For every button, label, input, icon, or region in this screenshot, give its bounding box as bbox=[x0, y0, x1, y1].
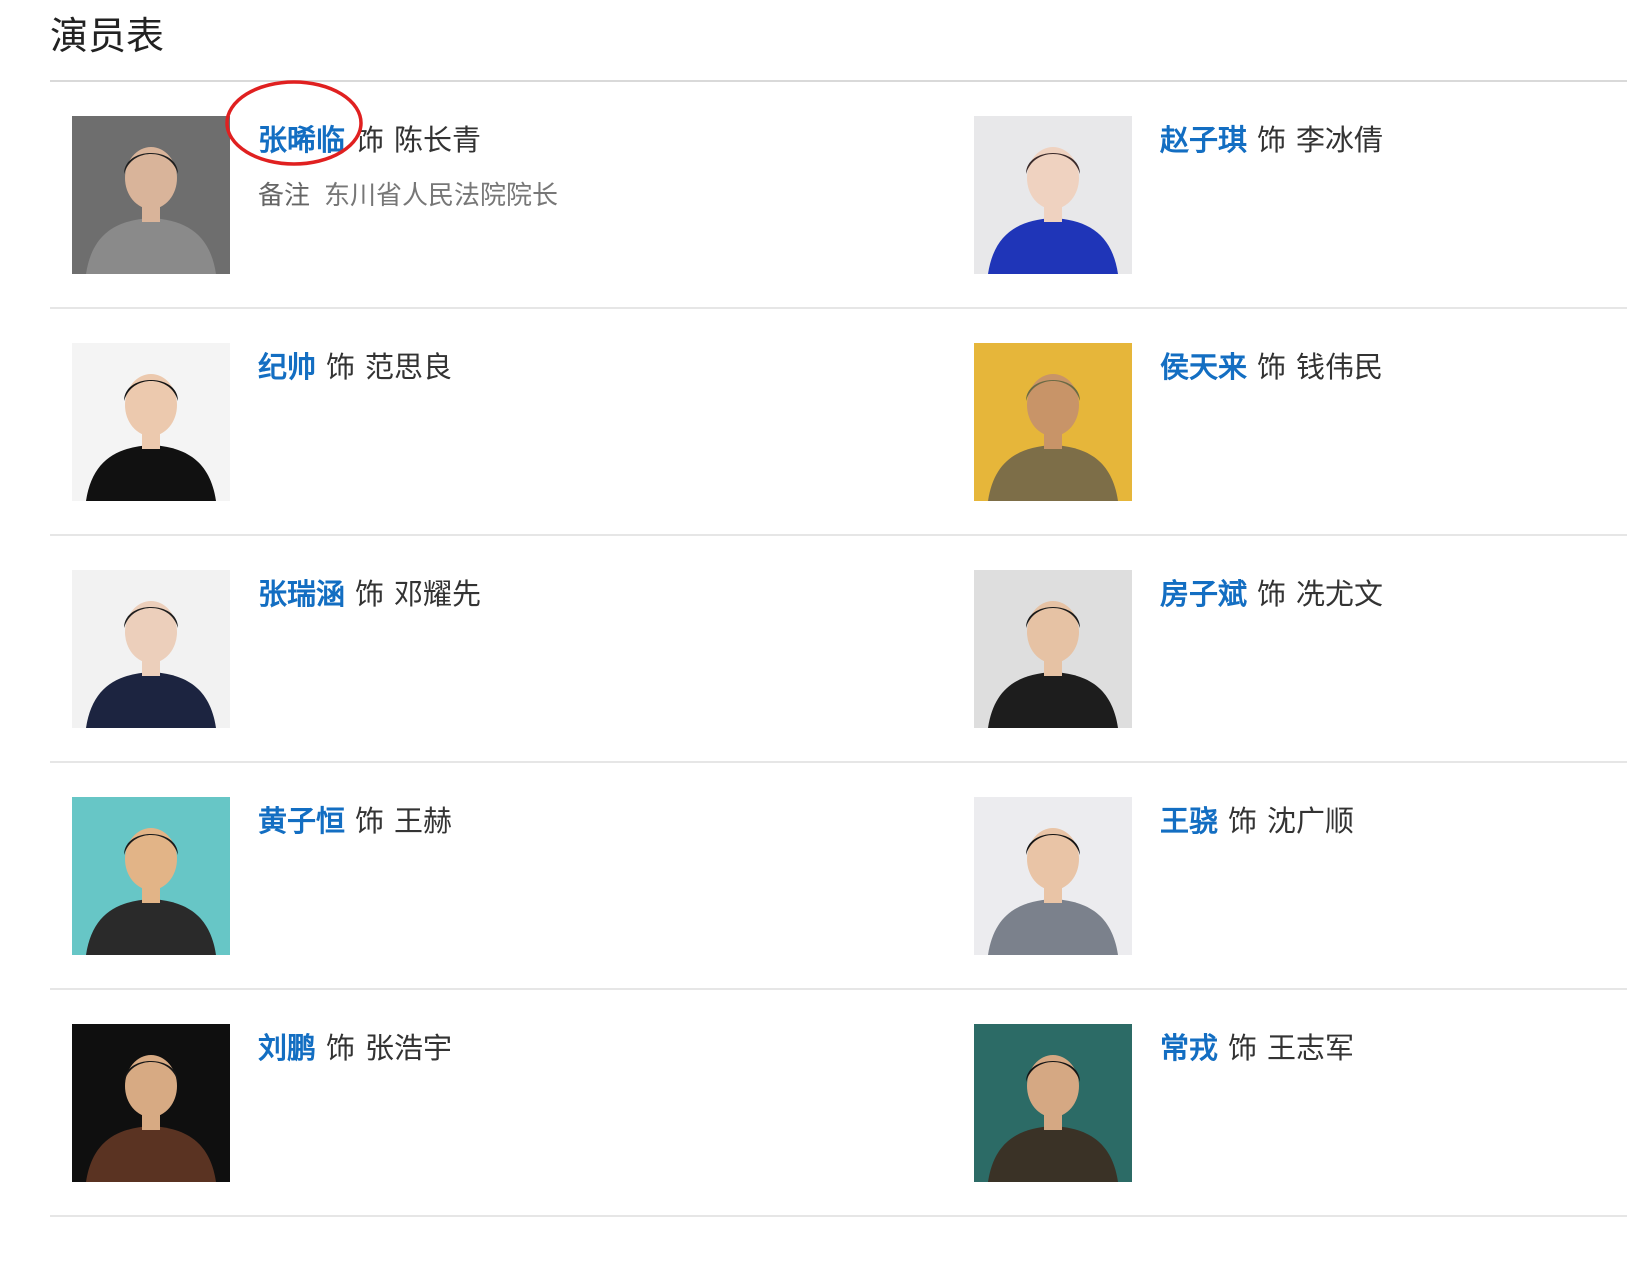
note-text: 东川省人民法院院长 bbox=[324, 181, 559, 211]
role-connector: 饰 bbox=[326, 1031, 356, 1065]
cast-credit-line: 黄子恒饰王赫 bbox=[258, 801, 452, 841]
role-connector: 饰 bbox=[1228, 804, 1258, 838]
actor-name-link[interactable]: 王骁 bbox=[1160, 804, 1218, 838]
page-title: 演员表 bbox=[50, 14, 165, 58]
actor-photo[interactable] bbox=[72, 343, 230, 501]
actor-name-link[interactable]: 张瑞涵 bbox=[258, 577, 345, 611]
actor-name-link[interactable]: 黄子恒 bbox=[258, 804, 345, 838]
cast-member-card: 张晞临饰陈长青备注 东川省人民法院院长 bbox=[72, 116, 772, 276]
role-connector: 饰 bbox=[355, 123, 385, 157]
cast-credit-line: 常戎饰王志军 bbox=[1160, 1028, 1354, 1068]
cast-row: 黄子恒饰王赫 王骁饰沈广顺 bbox=[50, 763, 1627, 990]
actor-photo[interactable] bbox=[72, 1024, 230, 1182]
actor-name-link[interactable]: 房子斌 bbox=[1160, 577, 1247, 611]
cast-member-card: 王骁饰沈广顺 bbox=[974, 797, 1627, 957]
note-label: 备注 bbox=[258, 181, 311, 211]
cast-member-card: 赵子琪饰李冰倩 bbox=[974, 116, 1627, 276]
role-connector: 饰 bbox=[326, 350, 356, 384]
cast-list: 张晞临饰陈长青 备注 东川省人民法院院长 赵子琪饰李冰倩 纪帅饰范思良 侯天来饰钱伟民 张瑞… bbox=[50, 82, 1627, 1217]
role-connector: 饰 bbox=[1257, 350, 1287, 384]
role-name: 冼尤文 bbox=[1296, 577, 1384, 611]
actor-photo[interactable] bbox=[974, 1024, 1132, 1182]
actor-name-link[interactable]: 刘鹏 bbox=[258, 1031, 316, 1065]
cast-row: 纪帅饰范思良 侯天来饰钱伟民 bbox=[50, 309, 1627, 536]
cast-member-card: 刘鹏饰张浩宇 bbox=[72, 1024, 772, 1184]
role-connector: 饰 bbox=[355, 577, 385, 611]
actor-photo[interactable] bbox=[974, 116, 1132, 274]
cast-row: 张瑞涵饰邓耀先 房子斌饰冼尤文 bbox=[50, 536, 1627, 763]
role-name: 沈广顺 bbox=[1267, 804, 1355, 838]
cast-credit-line: 张瑞涵饰邓耀先 bbox=[258, 574, 481, 614]
cast-row: 张晞临饰陈长青 备注 东川省人民法院院长 赵子琪饰李冰倩 bbox=[50, 82, 1627, 309]
actor-name-link[interactable]: 常戎 bbox=[1160, 1031, 1218, 1065]
role-name: 范思良 bbox=[365, 350, 453, 384]
cast-credit-line: 张晞临饰陈长青 bbox=[258, 120, 481, 160]
actor-name-link[interactable]: 赵子琪 bbox=[1160, 123, 1247, 157]
role-name: 陈长青 bbox=[394, 123, 482, 157]
cast-credit-line: 刘鹏饰张浩宇 bbox=[258, 1028, 452, 1068]
cast-note: 备注 东川省人民法院院长 bbox=[258, 178, 558, 214]
cast-member-card: 常戎饰王志军 bbox=[974, 1024, 1627, 1184]
cast-credit-line: 纪帅饰范思良 bbox=[258, 347, 452, 387]
role-name: 王赫 bbox=[394, 804, 453, 838]
cast-member-card: 房子斌饰冼尤文 bbox=[974, 570, 1627, 730]
role-name: 李冰倩 bbox=[1296, 123, 1384, 157]
cast-credit-line: 赵子琪饰李冰倩 bbox=[1160, 120, 1383, 160]
role-name: 钱伟民 bbox=[1296, 350, 1384, 384]
role-connector: 饰 bbox=[355, 804, 385, 838]
actor-name-link[interactable]: 纪帅 bbox=[258, 350, 316, 384]
actor-photo[interactable] bbox=[72, 797, 230, 955]
role-name: 张浩宇 bbox=[365, 1031, 453, 1065]
actor-photo[interactable] bbox=[72, 570, 230, 728]
cast-credit-line: 侯天来饰钱伟民 bbox=[1160, 347, 1383, 387]
cast-row: 刘鹏饰张浩宇 常戎饰王志军 bbox=[50, 990, 1627, 1217]
actor-photo[interactable] bbox=[72, 116, 230, 274]
cast-member-card: 侯天来饰钱伟民 bbox=[974, 343, 1627, 503]
cast-member-card: 张瑞涵饰邓耀先 bbox=[72, 570, 772, 730]
actor-photo[interactable] bbox=[974, 797, 1132, 955]
cast-member-card: 黄子恒饰王赫 bbox=[72, 797, 772, 957]
cast-credit-line: 房子斌饰冼尤文 bbox=[1160, 574, 1383, 614]
role-connector: 饰 bbox=[1228, 1031, 1258, 1065]
role-name: 王志军 bbox=[1267, 1031, 1355, 1065]
role-connector: 饰 bbox=[1257, 123, 1287, 157]
role-name: 邓耀先 bbox=[394, 577, 482, 611]
cast-credit-line: 王骁饰沈广顺 bbox=[1160, 801, 1354, 841]
actor-photo[interactable] bbox=[974, 343, 1132, 501]
actor-name-link[interactable]: 侯天来 bbox=[1160, 350, 1247, 384]
role-connector: 饰 bbox=[1257, 577, 1287, 611]
cast-member-card: 纪帅饰范思良 bbox=[72, 343, 772, 503]
actor-name-link[interactable]: 张晞临 bbox=[258, 123, 345, 157]
actor-photo[interactable] bbox=[974, 570, 1132, 728]
